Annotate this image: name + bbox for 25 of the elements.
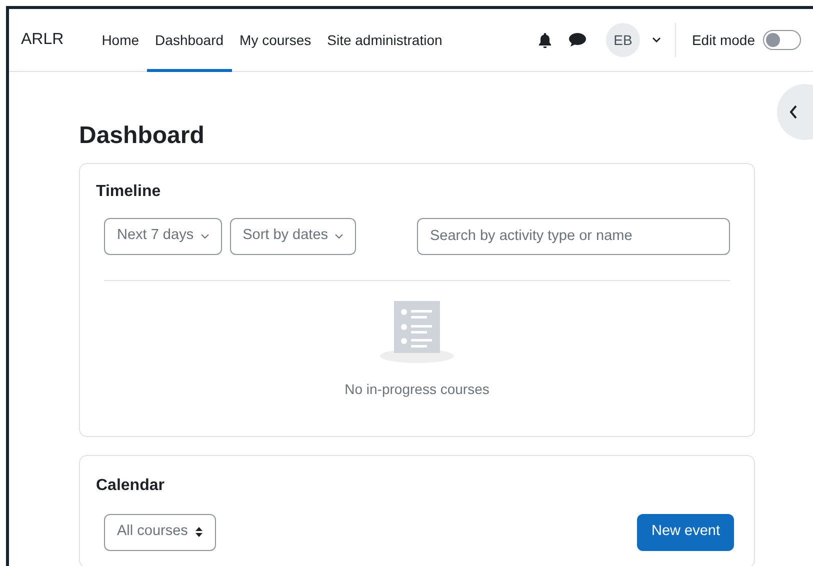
- chevron-left-icon: [789, 105, 798, 119]
- nav-link[interactable]: Site administration: [319, 9, 450, 72]
- empty-message: No in-progress courses: [344, 380, 490, 399]
- site-brand: ARLR: [21, 30, 64, 50]
- chat-icon[interactable]: [568, 33, 586, 47]
- caret-icon: [200, 234, 209, 239]
- empty-list-icon: [380, 300, 454, 363]
- nav-link[interactable]: Home: [94, 9, 148, 72]
- course-select[interactable]: All courses: [104, 514, 216, 551]
- nav-link[interactable]: My courses: [232, 9, 320, 72]
- new-event-button[interactable]: New event: [637, 514, 734, 551]
- user-avatar[interactable]: EB: [606, 23, 640, 57]
- caret-icon: [335, 234, 344, 239]
- nav-link[interactable]: Dashboard: [147, 9, 232, 72]
- caret-icon[interactable]: [652, 37, 661, 43]
- card-title: Timeline: [96, 182, 162, 202]
- bell-icon[interactable]: [538, 32, 552, 48]
- filter-dropdown[interactable]: Sort by dates: [230, 218, 356, 255]
- sort-arrows-icon: [194, 526, 203, 538]
- edit-mode-label: Edit mode: [692, 30, 755, 50]
- filter-dropdown[interactable]: Next 7 days: [104, 218, 222, 255]
- card-title: Calendar: [96, 476, 166, 496]
- page-title: Dashboard: [79, 122, 206, 151]
- edit-mode-toggle[interactable]: [763, 30, 801, 50]
- search-field[interactable]: Search by activity type or name: [417, 218, 730, 255]
